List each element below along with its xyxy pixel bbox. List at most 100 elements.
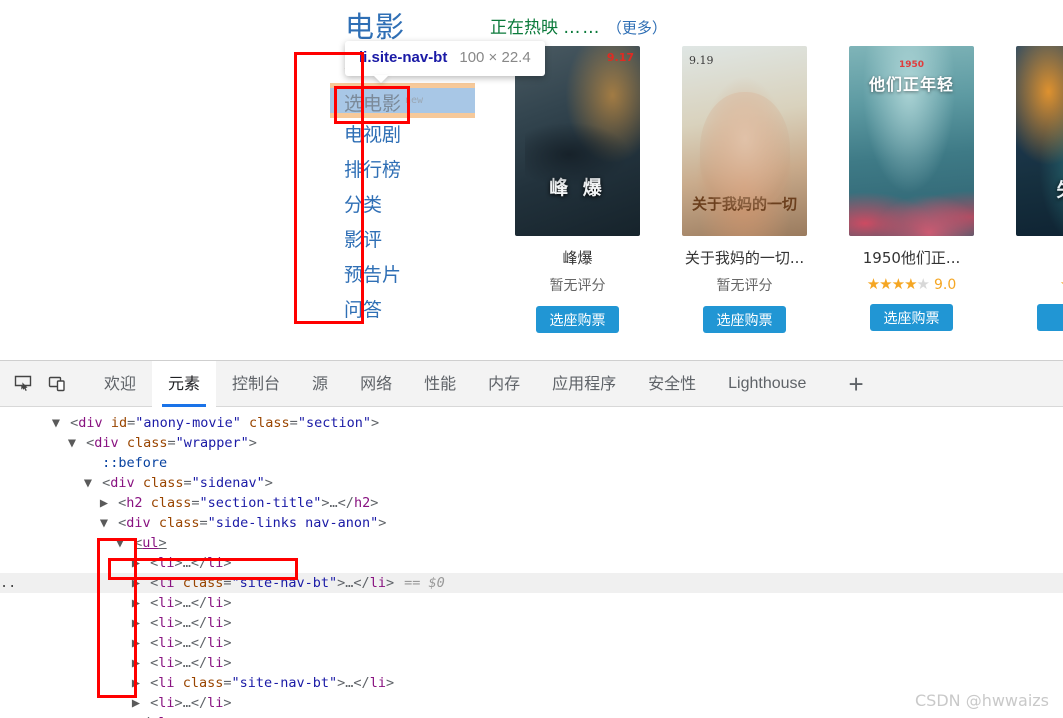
buy-ticket-button[interactable]: 选座购票 [536, 306, 619, 333]
tab-performance[interactable]: 性能 [408, 361, 472, 407]
dom-row[interactable]: ▼ <div class="side-links nav-anon"> [0, 513, 1063, 533]
buy-ticket-button[interactable]: 选 [1037, 304, 1063, 331]
tab-elements[interactable]: 元素 [152, 360, 217, 407]
tab-memory[interactable]: 内存 [472, 361, 536, 407]
movie-card[interactable]: 失控 失控 ★★★ 选 [1016, 46, 1063, 333]
movie-title[interactable]: 失控 [1016, 247, 1063, 268]
twisty-collapsed-icon[interactable]: ▶ [130, 593, 142, 613]
dom-row-markup: <li>…</li> [150, 695, 232, 711]
now-showing-label: 正在热映 [490, 18, 558, 38]
now-showing-more-link[interactable]: （更多） [607, 19, 667, 37]
dom-row[interactable]: ▶ <li>…</li> [0, 633, 1063, 653]
twisty-expanded-icon[interactable]: ▼ [66, 433, 78, 453]
add-tab-icon[interactable]: + [840, 371, 871, 397]
rating-score: 9.0 [933, 277, 957, 293]
tooltip-arrow [373, 75, 389, 83]
tab-sources[interactable]: 源 [296, 361, 344, 407]
dom-row-markup: <li class="site-nav-bt">…</li> == $0 [150, 575, 445, 591]
dom-row[interactable]: ▶ <h2 class="section-title">…</h2> [0, 493, 1063, 513]
dom-row[interactable]: </ul> [0, 713, 1063, 718]
twisty-expanded-icon[interactable]: ▼ [98, 513, 110, 533]
dom-tree[interactable]: ▼ <div id="anony-movie" class="section">… [0, 407, 1063, 718]
star-rating-icon: ★★★★★ [866, 275, 930, 293]
dom-row[interactable]: ▶ <li>…</li> [0, 653, 1063, 673]
dom-row[interactable]: ▶ <li>…</li> [0, 593, 1063, 613]
twisty-expanded-icon[interactable]: ▼ [114, 533, 126, 553]
dom-row[interactable]: ▶ <li>…</li> [0, 693, 1063, 713]
dom-breadcrumb-marker: .. [0, 575, 17, 591]
tab-console[interactable]: 控制台 [216, 361, 296, 407]
sidenav-item-tv[interactable]: 电视剧 [330, 118, 475, 153]
twisty-collapsed-icon[interactable]: ▶ [130, 673, 142, 693]
movie-rating: 暂无评分 [716, 278, 773, 294]
movie-title[interactable]: 关于我妈的一切... [682, 247, 807, 268]
poster-title: 关于我妈的一切 [691, 195, 797, 213]
twisty-collapsed-icon[interactable]: ▶ [130, 653, 142, 673]
dom-row-markup: <h2 class="section-title">…</h2> [118, 495, 379, 511]
dom-row-markup: ::before [102, 455, 168, 471]
tab-welcome[interactable]: 欢迎 [88, 361, 152, 407]
sidenav-item-label: 选电影 [344, 93, 402, 115]
dom-row-markup: <div id="anony-movie" class="section"> [70, 415, 380, 431]
sidenav-item-qa[interactable]: 问答 [330, 293, 475, 328]
movie-poster[interactable]: 1950 他们正年轻 [849, 46, 974, 236]
dom-row-markup: <div class="sidenav"> [102, 475, 273, 491]
dom-row-markup: <li>…</li> [150, 595, 232, 611]
sidenav-item-reviews[interactable]: 影评 [330, 223, 475, 258]
twisty-collapsed-icon[interactable]: ▶ [130, 693, 142, 713]
dom-row[interactable]: ▼ <div class="sidenav"> [0, 473, 1063, 493]
sidenav-item-ranking[interactable]: 排行榜 [330, 153, 475, 188]
twisty-expanded-icon[interactable]: ▼ [82, 473, 94, 493]
twisty-collapsed-icon[interactable]: ▶ [130, 633, 142, 653]
watermark: CSDN @hwwaizs [915, 691, 1049, 710]
twisty-collapsed-icon[interactable]: ▶ [130, 573, 142, 593]
poster-release-date: 1950 [898, 60, 925, 70]
dom-row[interactable]: ▶ <li>…</li> [0, 553, 1063, 573]
sidenav-item-category[interactable]: 分类 [330, 188, 475, 223]
twisty-collapsed-icon[interactable]: ▶ [130, 613, 142, 633]
inspected-web-page: 电影 正在热映 …… （更多） 求片/影人索引 选电影new 电视剧 排行榜 分… [0, 0, 1063, 360]
inspect-element-icon[interactable] [6, 367, 40, 401]
tab-lighthouse[interactable]: Lighthouse [712, 361, 822, 407]
devtools-tab-bar: 欢迎 元素 控制台 源 网络 性能 内存 应用程序 安全性 Lighthouse… [88, 360, 872, 407]
dom-row-markup: <li>…</li> [150, 655, 232, 671]
dom-row-markup: <li>…</li> [150, 555, 232, 571]
movie-card[interactable]: 1950 他们正年轻 1950他们正... ★★★★★ 9.0 选座购票 [849, 46, 974, 333]
element-inspect-tooltip: li.site-nav-bt 100 × 22.4 [345, 41, 545, 83]
dom-row[interactable]: ▼ <div id="anony-movie" class="section"> [0, 413, 1063, 433]
dom-row-markup: <li class="site-nav-bt">…</li> [150, 675, 395, 691]
dom-row-selected[interactable]: .. ▶ <li class="site-nav-bt">…</li> == $0 [0, 573, 1063, 593]
buy-ticket-button[interactable]: 选座购票 [703, 306, 786, 333]
twisty-expanded-icon[interactable]: ▼ [50, 413, 62, 433]
devtools-panel: 欢迎 元素 控制台 源 网络 性能 内存 应用程序 安全性 Lighthouse… [0, 360, 1063, 718]
dom-row-markup: <li>…</li> [150, 615, 232, 631]
poster-release-date: 9.19 [689, 54, 714, 67]
tab-security[interactable]: 安全性 [632, 361, 712, 407]
movie-rating: ★★★ [1016, 275, 1063, 293]
movie-poster[interactable]: 失控 [1016, 46, 1063, 236]
dom-row[interactable]: ::before [0, 453, 1063, 473]
dom-row[interactable]: ▶ <li>…</li> [0, 613, 1063, 633]
twisty-collapsed-icon[interactable]: ▶ [130, 553, 142, 573]
sidenav-item-trailers[interactable]: 预告片 [330, 258, 475, 293]
twisty-collapsed-icon[interactable]: ▶ [98, 493, 110, 513]
movie-card[interactable]: 9.19 关于我妈的一切 关于我妈的一切... 暂无评分 选座购票 [682, 46, 807, 333]
buy-ticket-button[interactable]: 选座购票 [870, 304, 953, 331]
dom-row[interactable]: ▼ <ul> [0, 533, 1063, 553]
movie-card-list: 9.17 峰 爆 峰爆 暂无评分 选座购票 9.19 关于我妈的一切 关于我妈的… [515, 46, 1063, 333]
movie-title[interactable]: 峰爆 [515, 247, 640, 268]
tab-network[interactable]: 网络 [344, 361, 408, 407]
device-toolbar-icon[interactable] [40, 367, 74, 401]
site-sidenav: 求片/影人索引 选电影new 电视剧 排行榜 分类 影评 预告片 问答 [330, 48, 475, 328]
dom-row[interactable]: ▼ <div class="wrapper"> [0, 433, 1063, 453]
movie-card[interactable]: 9.17 峰 爆 峰爆 暂无评分 选座购票 [515, 46, 640, 333]
movie-rating: 暂无评分 [549, 278, 606, 294]
tab-application[interactable]: 应用程序 [536, 361, 632, 407]
dom-row-markup: <ul> [134, 535, 167, 551]
devtools-toolbar: 欢迎 元素 控制台 源 网络 性能 内存 应用程序 安全性 Lighthouse… [0, 360, 1063, 407]
now-showing-header: 正在热映 …… （更多） [490, 13, 667, 38]
movie-title[interactable]: 1950他们正... [849, 247, 974, 268]
dom-row[interactable]: ▶ <li class="site-nav-bt">…</li> [0, 673, 1063, 693]
movie-poster[interactable]: 9.19 关于我妈的一切 [682, 46, 807, 236]
sidenav-item-highlighted[interactable]: 选电影 new [330, 83, 475, 118]
